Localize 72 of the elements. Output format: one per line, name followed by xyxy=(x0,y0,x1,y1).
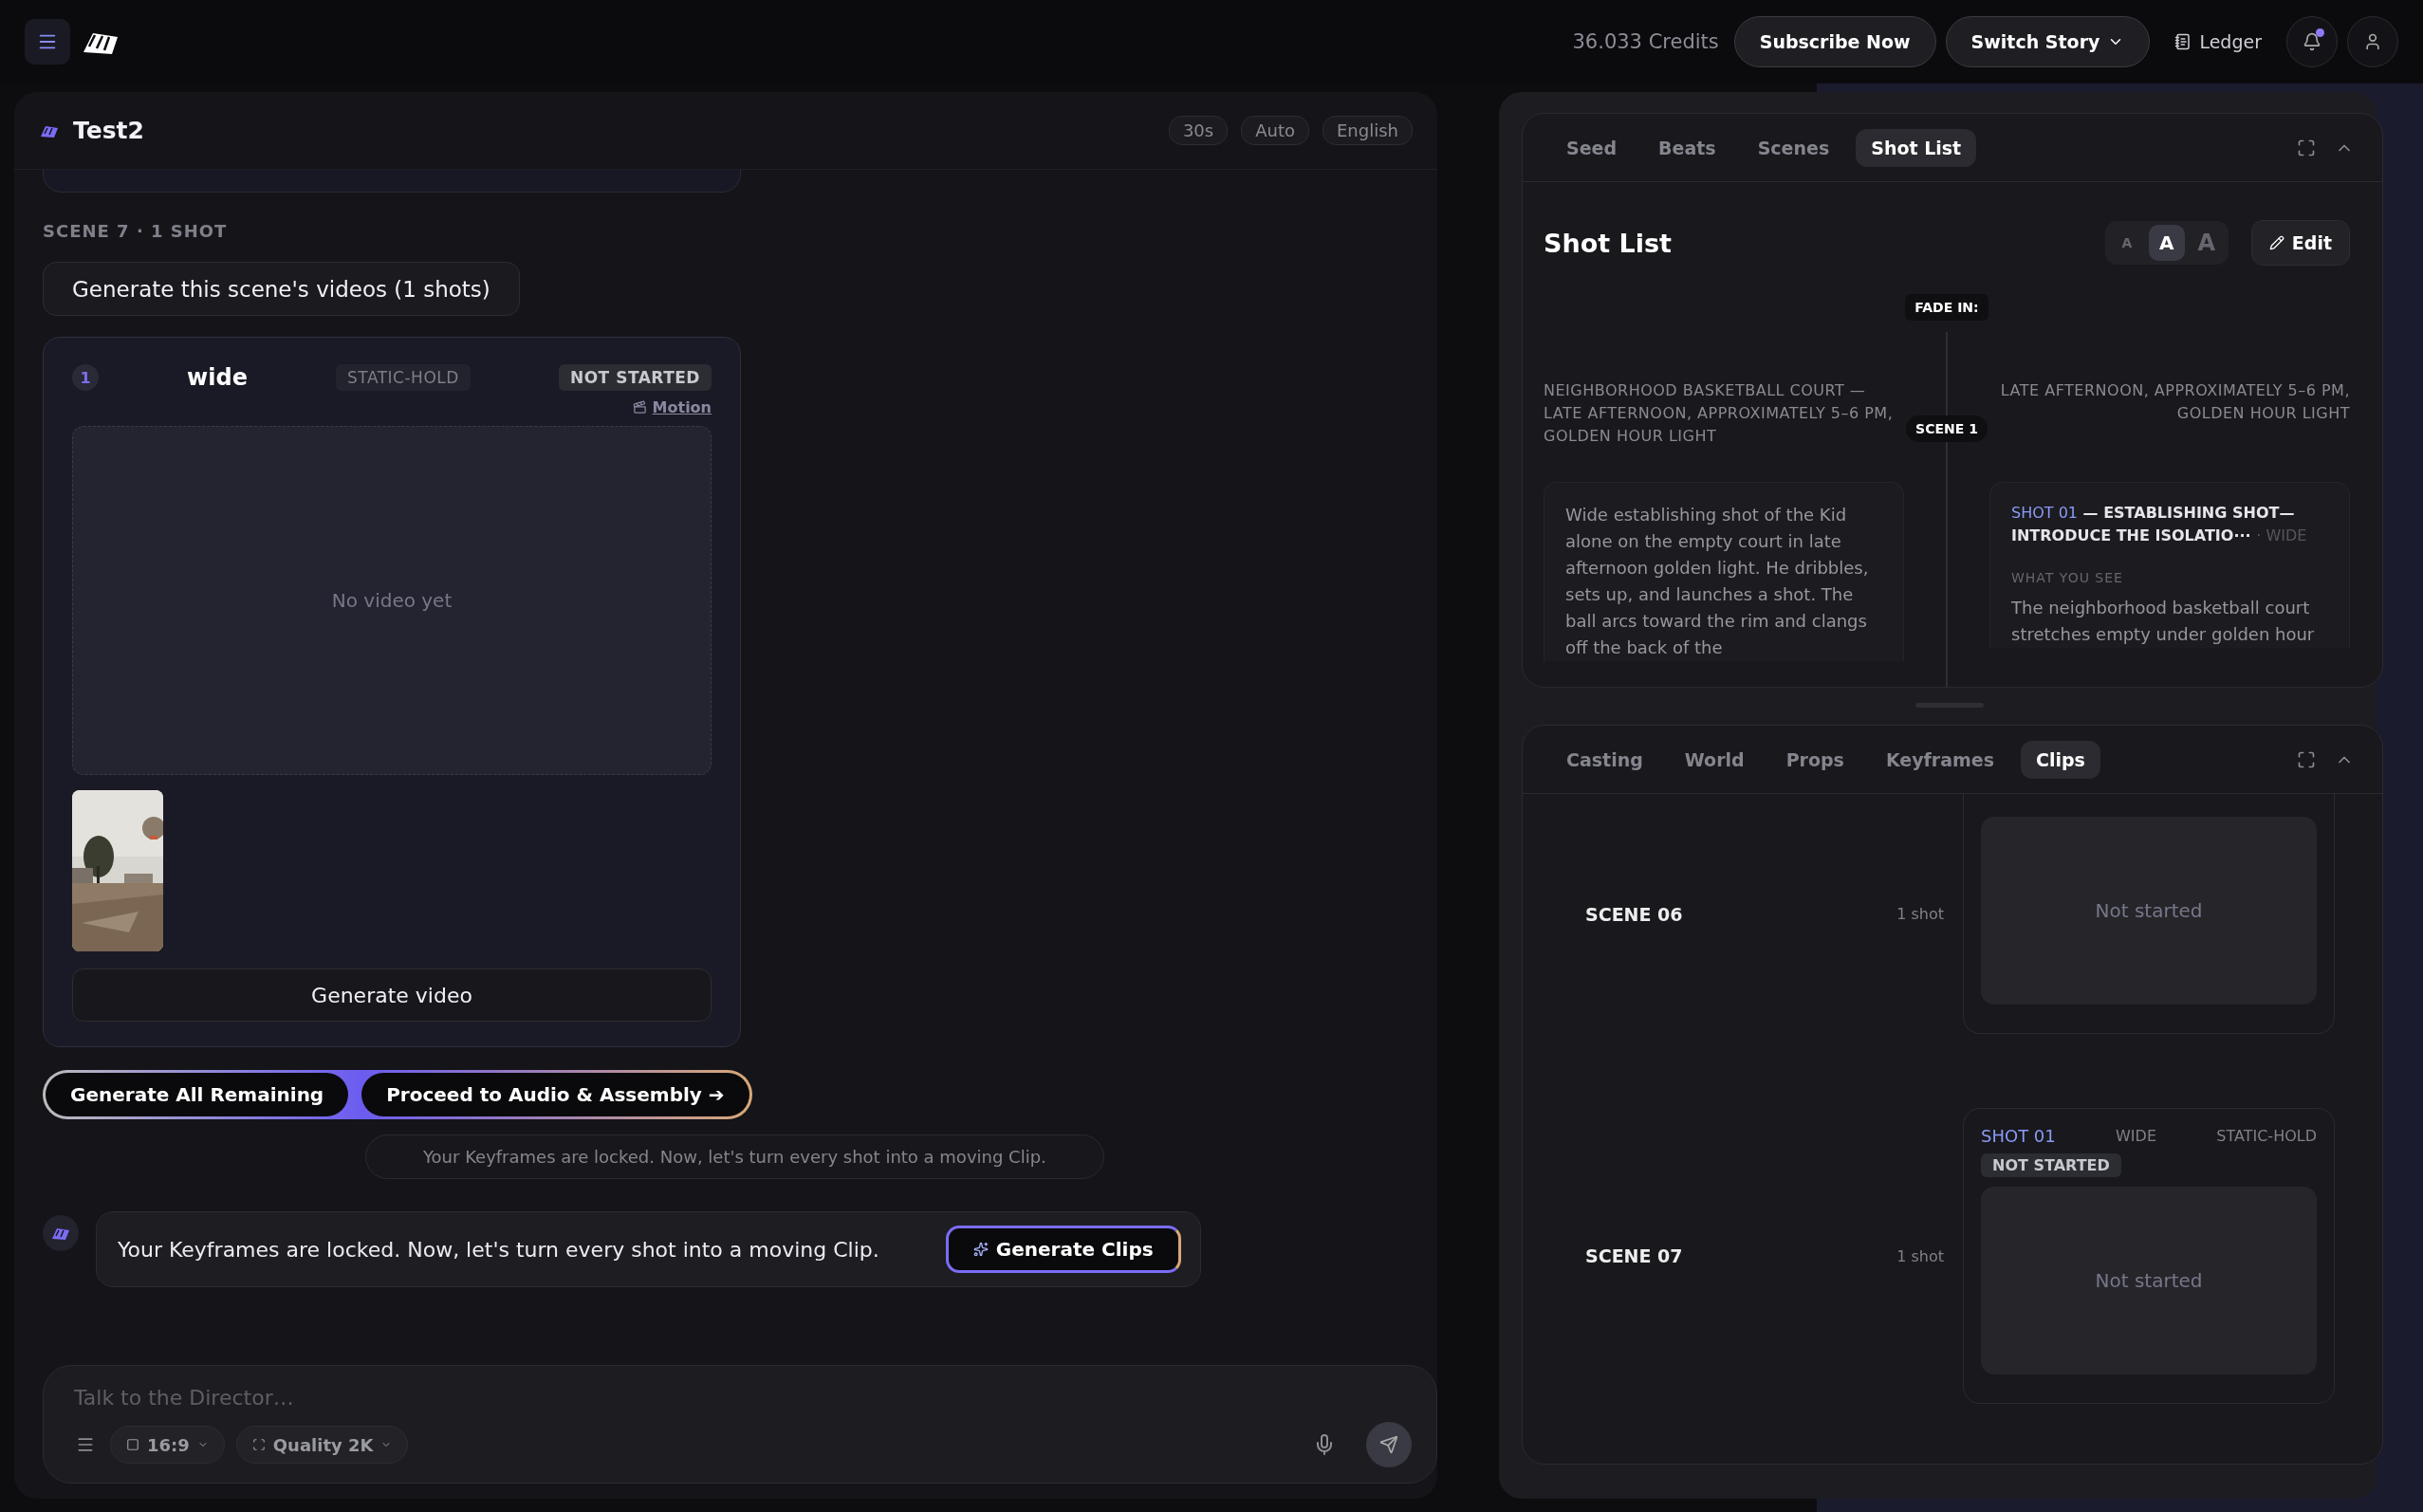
tab[interactable]: Keyframes xyxy=(1870,740,2009,779)
generate-clips-button[interactable]: Generate Clips xyxy=(945,1226,1181,1273)
tab[interactable]: Props xyxy=(1770,740,1859,779)
sparkle-icon xyxy=(972,1242,989,1257)
story-title: Test2 xyxy=(73,117,145,144)
fullscreen-icon xyxy=(2297,138,2316,157)
movement-tag: STATIC-HOLD xyxy=(336,364,471,391)
send-icon xyxy=(1379,1435,1398,1454)
rectangle-icon xyxy=(126,1438,139,1451)
tab[interactable]: Clips xyxy=(2021,740,2100,779)
message-input[interactable]: Talk to the Director… xyxy=(72,1385,1412,1411)
aspect-select[interactable]: 16:9 xyxy=(110,1426,225,1464)
system-note: Your Keyframes are locked. Now, let's turn every shot into a moving Clip. xyxy=(365,1134,1104,1179)
movement-label: STATIC-HOLD xyxy=(2216,1127,2317,1145)
scene-label: SCENE 06 xyxy=(1585,903,1683,925)
ledger-button[interactable]: Ledger xyxy=(2169,30,2267,53)
clapperboard-icon xyxy=(632,400,647,415)
fullscreen-icon xyxy=(2297,749,2316,769)
generate-video-button[interactable]: Generate video xyxy=(72,968,712,1022)
action-text: Wide establishing shot of the Kid alone on the empty court in late afternoon golden light. He dribbles, sets up, and launches a shot. The ball arcs toward the rim and clangs off the back of the xyxy=(1565,504,1870,659)
setting-chip: English xyxy=(1322,116,1413,145)
shot-framing: WIDE xyxy=(2116,1127,2156,1145)
shot-number: SHOT 01 xyxy=(1981,1126,2056,1146)
status-badge: NOT STARTED xyxy=(558,364,712,391)
shot-title: SHOT 01 — ESTABLISHING SHOT— INTRODUCE THE ISOLATIO··· · WIDE xyxy=(2011,503,2308,546)
tab[interactable]: World xyxy=(1669,740,1760,779)
credits-balance: 36.033 Credits xyxy=(1572,30,1719,53)
fade-in-label: FADE IN: xyxy=(1905,294,1988,321)
tab[interactable]: Scenes xyxy=(1742,128,1845,167)
action-button[interactable]: Proceed to Audio & Assembly ➔ xyxy=(361,1073,749,1116)
pencil-icon xyxy=(2268,235,2284,250)
edit-button[interactable]: Edit xyxy=(2250,220,2350,266)
scene-location: NEIGHBORHOOD BASKETBALL COURT — LATE AFTERNOON, APPROXIMATELY 5–6 PM, GOLDEN HOUR LIGHT xyxy=(1544,380,1895,447)
motion-link[interactable]: Motion xyxy=(632,398,712,416)
tab[interactable]: Beats xyxy=(1643,128,1731,167)
section-label: WHAT YOU SEE xyxy=(2011,570,2124,585)
shot-number: 1 xyxy=(72,364,99,391)
notifications-button[interactable] xyxy=(2286,16,2338,67)
action-button[interactable]: Generate All Remaining xyxy=(46,1073,349,1116)
message-text: Your Keyframes are locked. Now, let's turn every shot into a moving Clip. xyxy=(118,1237,879,1262)
scene-marker: SCENE 1 xyxy=(1906,415,1988,442)
send-button[interactable] xyxy=(1366,1422,1412,1467)
shot-framing: wide xyxy=(187,364,248,391)
setting-chip: Auto xyxy=(1241,116,1309,145)
shot-count: 1 shot xyxy=(1896,1246,1944,1265)
subscribe-button[interactable]: Subscribe Now xyxy=(1733,16,1936,67)
menu-button[interactable] xyxy=(25,19,70,65)
preview-status: Not started xyxy=(2095,899,2203,922)
text-size-button[interactable]: A xyxy=(2148,225,2185,261)
tab[interactable]: Shot List xyxy=(1856,128,1977,167)
setting-chip: 30s xyxy=(1168,116,1229,145)
account-button[interactable] xyxy=(2347,16,2398,67)
empty-video-text: No video yet xyxy=(331,589,453,612)
menu-icon xyxy=(76,1435,95,1454)
frame-icon xyxy=(251,1438,266,1451)
tab[interactable]: Seed xyxy=(1551,128,1633,167)
tab[interactable]: Casting xyxy=(1551,740,1658,779)
shot-count: 1 shot xyxy=(1896,905,1944,923)
user-icon xyxy=(2363,32,2382,51)
generate-scene-button[interactable]: Generate this scene's videos (1 shots) xyxy=(43,262,520,316)
bell-icon xyxy=(2303,32,2321,51)
status-badge: NOT STARTED xyxy=(1981,1153,2121,1177)
director-avatar xyxy=(43,1215,79,1251)
preview-status: Not started xyxy=(2095,1269,2203,1292)
scene-heading: SCENE 7 · 1 SHOT xyxy=(43,221,229,241)
time-of-day: LATE AFTERNOON, APPROXIMATELY 5–6 PM, GOLDEN HOUR LIGHT xyxy=(1989,379,2350,425)
panel-heading: Shot List xyxy=(1544,228,1673,258)
switch-story-button[interactable]: Switch Story xyxy=(1945,16,2151,67)
scene-label: SCENE 07 xyxy=(1585,1245,1683,1266)
notebook-icon xyxy=(2174,33,2192,50)
quality-select[interactable]: Quality 2K xyxy=(235,1426,409,1464)
shot-description: The neighborhood basketball court stretches empty under golden hour xyxy=(2011,597,2316,646)
